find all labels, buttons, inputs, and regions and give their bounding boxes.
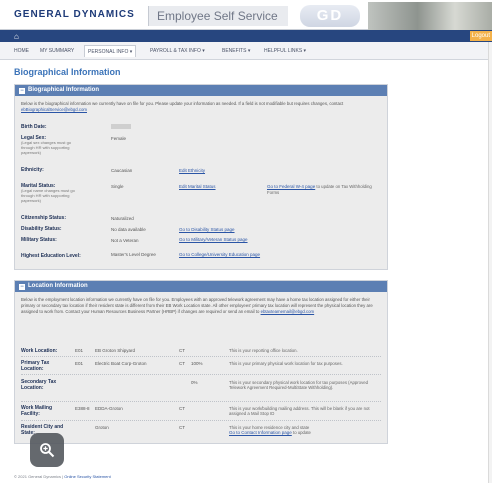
brand-logo: GENERAL DYNAMICS bbox=[14, 9, 135, 20]
location-header[interactable]: − Location Information bbox=[15, 281, 387, 292]
work-location-name: EB Groton Shipyard bbox=[95, 348, 136, 353]
location-intro: Below is the employment location informa… bbox=[21, 297, 373, 314]
top-bar: ⌂ Logout bbox=[0, 30, 492, 42]
footer-separator: | bbox=[62, 474, 64, 479]
work-mailing-desc: This is your work/building mailing addre… bbox=[229, 406, 370, 417]
edit-ethnicity-link[interactable]: Edit Ethnicity bbox=[179, 168, 205, 174]
location-heading: Location Information bbox=[28, 283, 88, 289]
zoom-in-icon bbox=[40, 443, 55, 458]
citizenship-label: Citizenship Status: bbox=[21, 215, 67, 221]
education-value: Master's Level Degree bbox=[111, 252, 156, 257]
main-nav: HOME MY SUMMARY PERSONAL INFO ▾ PAYROLL … bbox=[0, 42, 492, 60]
edit-marital-status-link[interactable]: Edit Marital Status bbox=[179, 184, 216, 190]
disability-label: Disability Status: bbox=[21, 226, 62, 232]
row-divider bbox=[21, 420, 381, 421]
w4-info: Go to Federal W-4 page to update on Tax … bbox=[267, 184, 372, 195]
birth-date-label: Birth Date: bbox=[21, 124, 47, 130]
disability-status-link[interactable]: Go to Disability Status page bbox=[179, 227, 235, 233]
primary-tax-label: Primary Tax Location: bbox=[21, 360, 50, 372]
legal-sex-value: Female bbox=[111, 136, 127, 141]
primary-tax-name: Electric Boat Corp-Groton bbox=[95, 361, 147, 366]
primary-tax-desc: This is your primary physical work locat… bbox=[229, 361, 343, 366]
page-title: Biographical Information bbox=[14, 67, 121, 77]
row-divider bbox=[21, 401, 381, 402]
work-mailing-name: EDDA-Groton bbox=[95, 406, 123, 411]
location-section: − Location Information Below is the emplo… bbox=[14, 280, 388, 444]
resident-city-state: CT bbox=[179, 425, 185, 430]
work-location-state: CT bbox=[179, 348, 185, 353]
primary-tax-code: E01 bbox=[75, 361, 84, 366]
legal-sex-note: (Legal sex changes must go through HR wi… bbox=[21, 140, 72, 155]
home-icon[interactable]: ⌂ bbox=[14, 32, 19, 41]
vertical-scrollbar[interactable] bbox=[488, 42, 492, 483]
collapse-icon[interactable]: − bbox=[19, 284, 25, 290]
nav-payroll-tax[interactable]: PAYROLL & TAX INFO ▾ bbox=[150, 45, 205, 57]
secondary-tax-label: Secondary Tax Location: bbox=[21, 379, 57, 391]
nav-personal-info[interactable]: PERSONAL INFO ▾ bbox=[84, 45, 137, 57]
marital-status-value: Single bbox=[111, 184, 124, 189]
security-statement-link[interactable]: Online Security Statement bbox=[64, 474, 110, 479]
military-label: Military Status: bbox=[21, 237, 57, 243]
citizenship-value: Naturalized bbox=[111, 216, 134, 221]
nav-home[interactable]: HOME bbox=[14, 45, 29, 57]
collapse-icon[interactable]: − bbox=[19, 88, 25, 94]
secondary-tax-pct: 0% bbox=[191, 380, 198, 385]
copyright: © 2021 General Dynamics bbox=[14, 474, 61, 479]
app-title: Employee Self Service bbox=[148, 6, 288, 26]
work-location-desc: This is your reporting office location. bbox=[229, 348, 298, 353]
header-photo bbox=[368, 2, 492, 30]
education-label: Highest Education Level: bbox=[21, 253, 81, 259]
row-divider bbox=[21, 356, 381, 357]
education-link[interactable]: Go to College/University Education page bbox=[179, 252, 267, 258]
disability-value: No data available bbox=[111, 227, 146, 232]
primary-tax-pct: 100% bbox=[191, 361, 203, 366]
resident-city-name: Groton bbox=[95, 425, 109, 430]
biographical-heading: Biographical Information bbox=[28, 87, 100, 93]
biographical-header[interactable]: − Biographical Information bbox=[15, 85, 387, 96]
secondary-tax-desc: This is your secondary physical work loc… bbox=[229, 380, 368, 391]
contact-info-link[interactable]: Go to Contact Information page bbox=[229, 430, 292, 435]
resident-city-desc: This is your home residence city and sta… bbox=[229, 425, 311, 436]
biographical-section: − Biographical Information Below is the b… bbox=[14, 84, 388, 270]
logout-button[interactable]: Logout bbox=[469, 31, 492, 41]
federal-w4-link[interactable]: Go to Federal W-4 page bbox=[267, 184, 315, 189]
work-location-code: E01 bbox=[75, 348, 84, 353]
biographical-intro: Below is the biographical information we… bbox=[21, 101, 344, 112]
birth-date-value bbox=[111, 124, 131, 129]
footer: © 2021 General Dynamics | Online Securit… bbox=[14, 474, 111, 479]
marital-status-note: (Legal name changes must go through HR w… bbox=[21, 188, 75, 203]
ethnicity-label: Ethnicity: bbox=[21, 167, 44, 173]
zoom-button[interactable] bbox=[30, 433, 64, 467]
work-location-label: Work Location: bbox=[21, 348, 58, 354]
gd-logo: GD bbox=[300, 5, 360, 27]
nav-my-summary[interactable]: MY SUMMARY bbox=[40, 45, 74, 57]
header-banner: GENERAL DYNAMICS Employee Self Service G… bbox=[0, 0, 492, 30]
row-divider bbox=[21, 374, 381, 375]
ethnicity-value: Caucasian bbox=[111, 168, 133, 173]
primary-tax-state: CT bbox=[179, 361, 185, 366]
military-value: Not a Veteran bbox=[111, 238, 139, 243]
nav-benefits[interactable]: BENEFITS ▾ bbox=[222, 45, 250, 57]
location-email-link[interactable]: ebtaxteamemail@ebgd.com bbox=[261, 309, 315, 314]
military-status-link[interactable]: Go to Military/Veteran Status page bbox=[179, 237, 267, 243]
nav-helpful-links[interactable]: HELPFUL LINKS ▾ bbox=[264, 45, 306, 57]
work-mailing-code: E388-8 bbox=[75, 406, 90, 411]
work-mailing-state: CT bbox=[179, 406, 185, 411]
work-mailing-label: Work Mailing Facility: bbox=[21, 405, 53, 417]
biographical-email-link[interactable]: ebBiographicalService@ebgd.com bbox=[21, 107, 87, 112]
